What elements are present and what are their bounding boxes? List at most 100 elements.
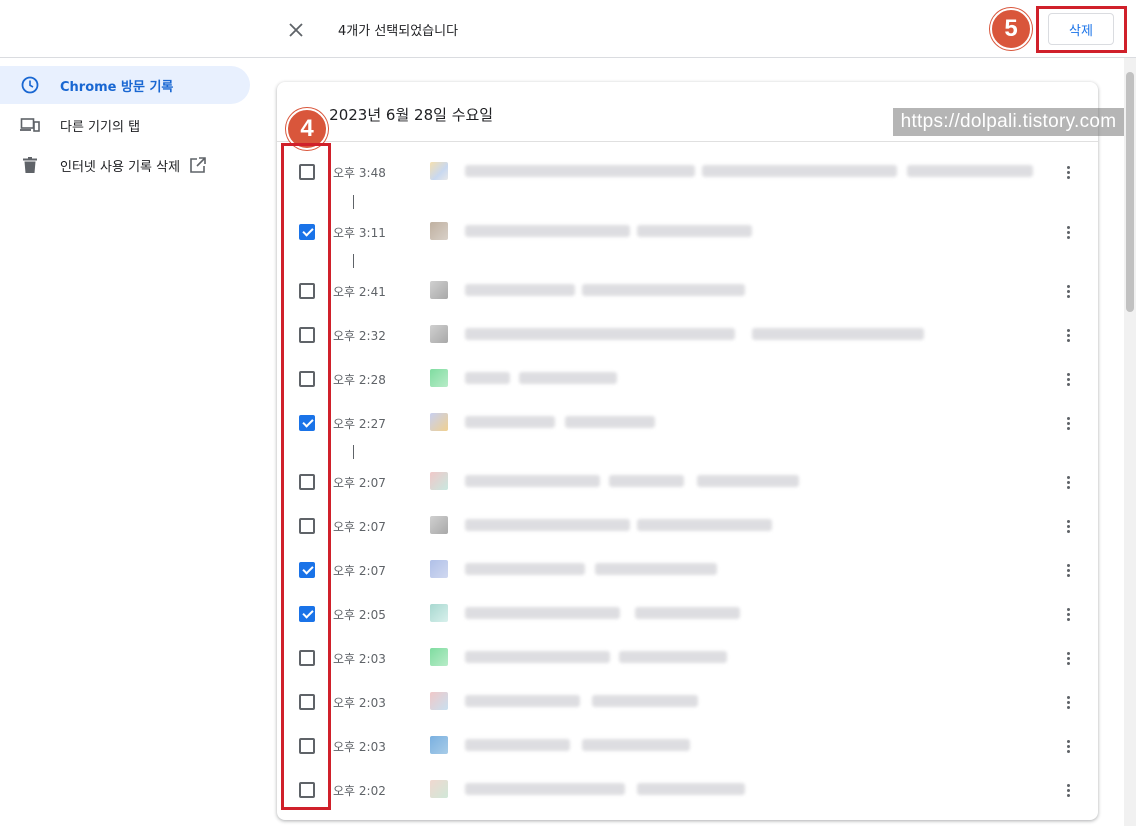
sidebar-item-clear-browsing-data[interactable]: 인터넷 사용 기록 삭제 [0, 146, 250, 184]
page-url-blurred [637, 519, 772, 531]
history-row[interactable]: 오후 2:32 [277, 313, 1098, 357]
more-actions-button[interactable] [1058, 780, 1078, 800]
dot [1066, 426, 1070, 430]
site-favicon [430, 281, 448, 299]
page-title-blurred [465, 519, 630, 531]
history-row[interactable]: 오후 2:03 [277, 680, 1098, 724]
checkbox-column-highlight [281, 143, 331, 810]
sidebar-item-label: 인터넷 사용 기록 삭제 [60, 159, 181, 175]
visit-time: 오후 3:11 [333, 226, 386, 240]
site-favicon [430, 648, 448, 666]
more-actions-button[interactable] [1058, 162, 1078, 182]
site-favicon [430, 369, 448, 387]
dot [1066, 573, 1070, 577]
history-row[interactable]: 오후 2:03 [277, 636, 1098, 680]
visit-time: 오후 2:07 [333, 564, 386, 578]
dot [1066, 568, 1070, 572]
history-row[interactable]: 오후 2:28 [277, 357, 1098, 401]
watermark: https://dolpali.tistory.com [893, 108, 1124, 136]
visit-time: 오후 2:41 [333, 285, 386, 299]
dot [1066, 519, 1070, 523]
dot [1066, 230, 1070, 234]
more-actions-button[interactable] [1058, 516, 1078, 536]
dot [1066, 382, 1070, 386]
history-row[interactable]: 오후 2:07 [277, 504, 1098, 548]
history-row[interactable]: 오후 2:27 [277, 401, 1098, 445]
site-favicon [430, 516, 448, 534]
page-title-blurred [609, 475, 684, 487]
more-actions-button[interactable] [1058, 692, 1078, 712]
dot [1066, 377, 1070, 381]
page-url-blurred [907, 165, 1033, 177]
more-actions-button[interactable] [1058, 648, 1078, 668]
dot [1066, 289, 1070, 293]
site-favicon [430, 604, 448, 622]
dot [1066, 783, 1070, 787]
more-actions-button[interactable] [1058, 560, 1078, 580]
site-favicon [430, 413, 448, 431]
open-in-new-icon [190, 157, 206, 173]
more-actions-button[interactable] [1058, 222, 1078, 242]
page-scrollbar[interactable] [1124, 58, 1136, 826]
delete-button[interactable]: 삭제 [1048, 13, 1114, 45]
dot [1066, 235, 1070, 239]
history-row[interactable]: 오후 2:03 [277, 724, 1098, 768]
scrollbar-thumb[interactable] [1126, 72, 1134, 312]
page-title-blurred [465, 607, 620, 619]
time-gap-connector [353, 445, 354, 459]
close-icon [289, 23, 303, 37]
history-row[interactable]: 오후 2:05 [277, 592, 1098, 636]
more-actions-button[interactable] [1058, 604, 1078, 624]
more-actions-button[interactable] [1058, 736, 1078, 756]
dot [1066, 294, 1070, 298]
dot [1066, 475, 1070, 479]
dot [1066, 793, 1070, 797]
site-favicon [430, 692, 448, 710]
page-url-blurred [752, 328, 924, 340]
dot [1066, 607, 1070, 611]
page-title-blurred [465, 783, 625, 795]
dot [1066, 617, 1070, 621]
history-row[interactable]: 오후 2:07 [277, 548, 1098, 592]
sidebar-item-chrome-history[interactable]: Chrome 방문 기록 [0, 66, 250, 104]
page-title-blurred [465, 372, 510, 384]
visit-time: 오후 3:48 [333, 166, 386, 180]
page-url-blurred [519, 372, 617, 384]
history-row[interactable]: 오후 2:02 [277, 768, 1098, 812]
visit-time: 오후 2:27 [333, 417, 386, 431]
more-actions-button[interactable] [1058, 281, 1078, 301]
selected-count-text: 4개가 선택되었습니다 [338, 24, 459, 39]
dot [1066, 225, 1070, 229]
step-badge-5: 5 [990, 8, 1032, 50]
page-title-blurred [465, 416, 555, 428]
history-row[interactable]: 오후 2:41 [277, 269, 1098, 313]
clock-icon [20, 75, 40, 95]
more-actions-button[interactable] [1058, 369, 1078, 389]
dot [1066, 788, 1070, 792]
page-title-blurred [465, 225, 630, 237]
page-title-blurred [465, 695, 580, 707]
history-row[interactable]: 오후 2:07 [277, 460, 1098, 504]
dot [1066, 175, 1070, 179]
page-title-blurred [465, 328, 735, 340]
history-row[interactable]: 오후 3:48 [277, 150, 1098, 194]
dot [1066, 529, 1070, 533]
visit-time: 오후 2:03 [333, 696, 386, 710]
history-row[interactable]: 오후 3:11 [277, 210, 1098, 254]
visit-time: 오후 2:32 [333, 329, 386, 343]
more-actions-button[interactable] [1058, 325, 1078, 345]
sidebar-item-other-devices[interactable]: 다른 기기의 탭 [0, 106, 250, 144]
dot [1066, 165, 1070, 169]
dot [1066, 170, 1070, 174]
close-selection-button[interactable] [284, 18, 308, 42]
dot [1066, 480, 1070, 484]
site-favicon [430, 222, 448, 240]
more-actions-button[interactable] [1058, 472, 1078, 492]
dot [1066, 651, 1070, 655]
page-url-blurred [635, 607, 740, 619]
sidebar: Chrome 방문 기록 다른 기기의 탭 인터넷 사용 기록 삭제 [0, 58, 258, 826]
more-actions-button[interactable] [1058, 413, 1078, 433]
time-gap-connector [353, 254, 354, 268]
dot [1066, 372, 1070, 376]
devices-icon [20, 115, 40, 135]
